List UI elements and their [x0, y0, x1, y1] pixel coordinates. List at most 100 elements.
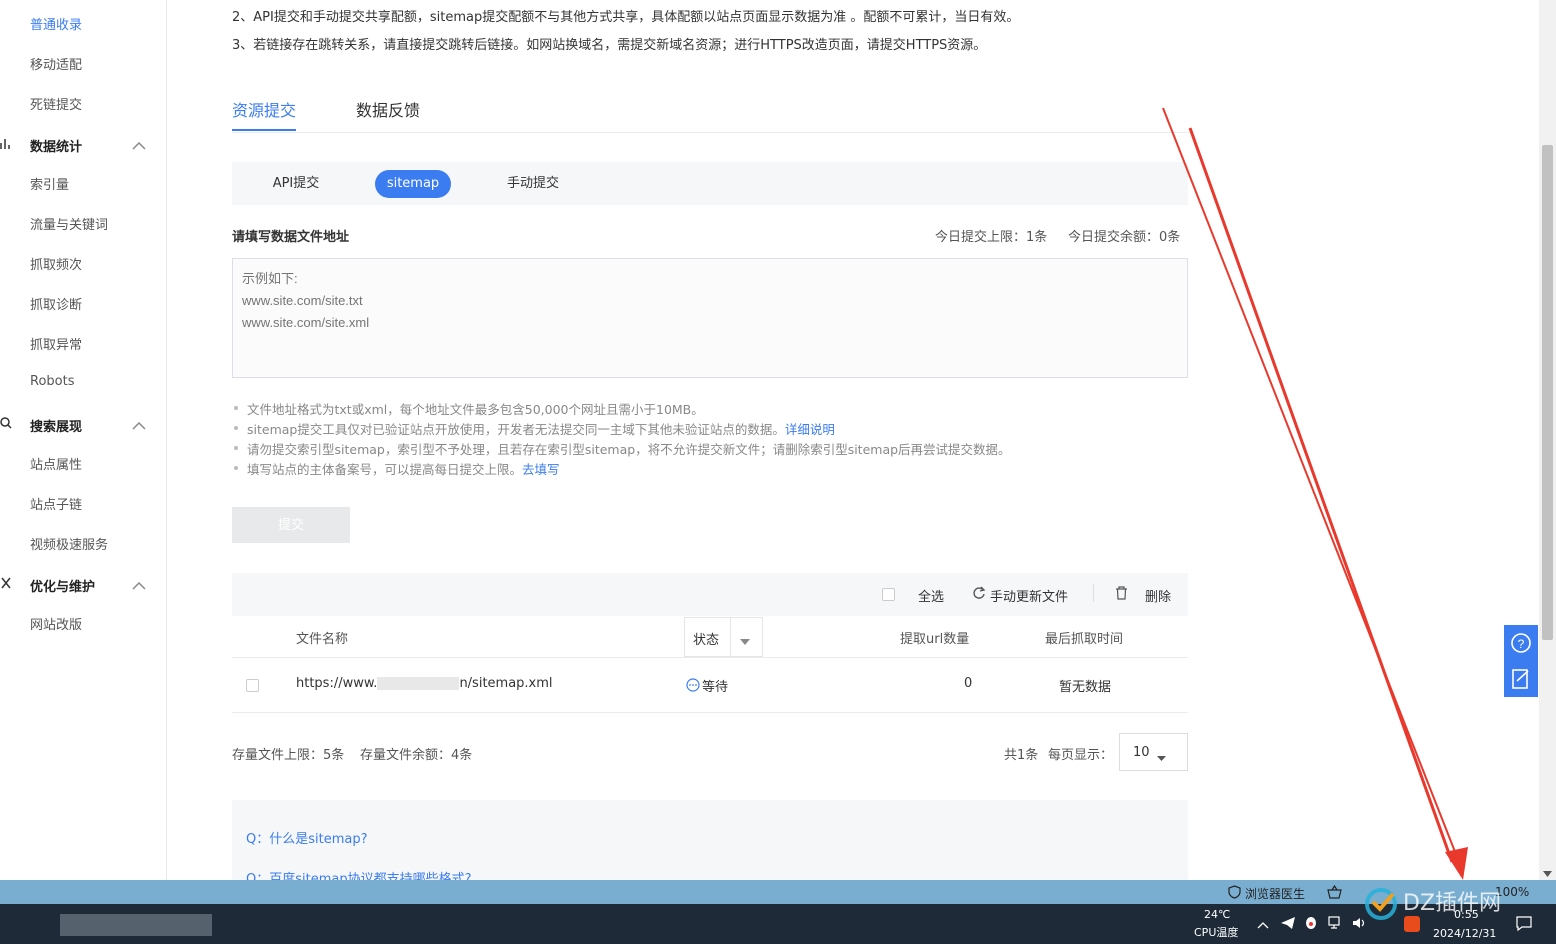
temperature: 24℃ [1204, 908, 1231, 921]
trash-icon[interactable] [1115, 586, 1128, 604]
per-page-select[interactable]: 10 [1119, 733, 1188, 771]
help-button[interactable]: ? [1504, 625, 1538, 661]
sitemap-url-input[interactable] [232, 258, 1188, 378]
dropdown-divider [730, 618, 731, 656]
tab-resource-submit[interactable]: 资源提交 [232, 97, 296, 121]
chart-icon [0, 136, 12, 150]
sidebar-group-optimize[interactable]: 优化与维护 [30, 576, 95, 595]
row-divider [232, 712, 1188, 713]
sidebar-item-site-revision[interactable]: 网站改版 [30, 614, 82, 633]
subtab-sitemap[interactable]: sitemap [375, 170, 451, 198]
sidebar-item-crawl-diagnosis[interactable]: 抓取诊断 [30, 294, 82, 313]
sidebar: 普通收录 移动适配 死链提交 数据统计 索引量 流量与关键词 抓取频次 抓取诊断… [0, 0, 167, 880]
toolbar-divider [1093, 584, 1094, 602]
shield-icon[interactable] [1228, 885, 1241, 903]
faq-what-is-sitemap[interactable]: Q：什么是sitemap? [246, 828, 368, 847]
sidebar-item-robots[interactable]: Robots [30, 374, 74, 389]
fill-in-link[interactable]: 去填写 [522, 462, 560, 477]
header-divider [232, 657, 1188, 658]
dz-watermark-logo: DZ插件网 [1355, 880, 1545, 920]
row-status: 等待 [702, 680, 729, 695]
col-file-name: 文件名称 [296, 632, 349, 647]
bullet [234, 406, 238, 410]
sidebar-item-site-sublinks[interactable]: 站点子链 [30, 494, 82, 513]
taskbar-app-redacted[interactable] [60, 914, 212, 936]
subtab-manual[interactable]: 手动提交 [493, 170, 573, 198]
telegram-icon[interactable] [1280, 916, 1296, 934]
bullet [234, 426, 238, 430]
tab-data-feedback[interactable]: 数据反馈 [356, 97, 420, 121]
notice-redirect: 3、若链接存在跳转关系，请直接提交跳转后链接。如网站换域名，需提交新域名资源；进… [232, 38, 987, 53]
pending-icon [686, 678, 700, 696]
clock-date[interactable]: 2024/12/31 [1433, 927, 1496, 940]
bullet [234, 466, 238, 470]
refresh-button[interactable]: 手动更新文件 [990, 586, 1068, 605]
qq-icon[interactable] [1304, 915, 1318, 935]
submit-button[interactable]: 提交 [232, 507, 350, 543]
browser-status-bar: 浏览器医生 100% [0, 880, 1556, 904]
chevron-up-icon[interactable] [132, 140, 146, 150]
caret-down-icon [1157, 750, 1166, 765]
basket-icon[interactable] [1327, 884, 1342, 903]
select-all-checkbox[interactable] [882, 588, 895, 601]
sidebar-group-search-display[interactable]: 搜索展现 [30, 416, 82, 435]
per-page-label: 每页显示： [1048, 748, 1114, 763]
tools-icon [0, 576, 12, 590]
sidebar-item-video-service[interactable]: 视频极速服务 [30, 534, 108, 553]
browser-doctor[interactable]: 浏览器医生 [1245, 885, 1305, 902]
row-checkbox[interactable] [246, 679, 259, 692]
chevron-up-icon[interactable] [1257, 918, 1269, 933]
col-status: 状态 [693, 633, 720, 648]
cpu-label: CPU温度 [1194, 926, 1239, 939]
per-page-value: 10 [1133, 745, 1150, 760]
delete-button[interactable]: 删除 [1145, 586, 1171, 605]
subtab-api[interactable]: API提交 [256, 170, 336, 198]
tip-index-sitemap: 请勿提交索引型sitemap，索引型不予处理，且若存在索引型sitemap，将不… [247, 442, 1011, 457]
svg-text:?: ? [1518, 637, 1525, 651]
storage-limit: 存量文件上限：5条 [232, 748, 345, 763]
form-label: 请填写数据文件地址 [232, 230, 350, 245]
tab-active-indicator [232, 129, 296, 131]
sidebar-item-traffic-keywords[interactable]: 流量与关键词 [30, 214, 108, 233]
caret-down-icon [740, 634, 750, 649]
notice-quota: 2、API提交和手动提交共享配额，sitemap提交配额不与其他方式共享，具体配… [232, 10, 1020, 25]
chevron-up-icon[interactable] [132, 420, 146, 430]
col-last-crawl: 最后抓取时间 [1045, 632, 1124, 647]
scroll-down-arrow-icon[interactable] [1543, 866, 1552, 881]
tip-verified: sitemap提交工具仅对已验证站点开放使用，开发者无法提交同一主域下其他未验证… [247, 422, 835, 437]
sidebar-item-crawl-frequency[interactable]: 抓取频次 [30, 254, 82, 273]
search-display-icon [0, 416, 12, 430]
feedback-button[interactable] [1504, 661, 1538, 697]
storage-left: 存量文件余额：4条 [360, 748, 473, 763]
svg-text:DZ插件网: DZ插件网 [1403, 891, 1501, 916]
bullet [234, 446, 238, 450]
edit-icon [1512, 669, 1529, 689]
tab-divider [232, 132, 1188, 133]
detail-link[interactable]: 详细说明 [785, 422, 835, 437]
row-file-name[interactable]: https://www. n/sitemap.xml [296, 676, 553, 691]
sidebar-item-index-volume[interactable]: 索引量 [30, 174, 69, 193]
total-count: 共1条 [1004, 748, 1039, 763]
question-icon: ? [1511, 633, 1531, 653]
network-icon[interactable] [1328, 916, 1344, 934]
sidebar-item-normal-index[interactable]: 普通收录 [30, 14, 82, 33]
sidebar-item-site-attributes[interactable]: 站点属性 [30, 454, 82, 473]
windows-taskbar: 24℃ CPU温度 0:55 2024/12/31 [0, 904, 1556, 944]
sidebar-group-data-stats[interactable]: 数据统计 [30, 136, 82, 155]
quota-left: 今日提交余额：0条 [1068, 230, 1181, 245]
select-all-label[interactable]: 全选 [918, 586, 944, 605]
sidebar-item-dead-link[interactable]: 死链提交 [30, 94, 82, 113]
row-url-count: 0 [964, 676, 973, 691]
scrollbar-thumb[interactable] [1542, 145, 1553, 640]
faq-sitemap-formats[interactable]: Q：百度sitemap协议都支持哪些格式? [246, 868, 472, 880]
status-filter-dropdown[interactable]: 状态 [684, 617, 763, 657]
refresh-icon[interactable] [972, 586, 986, 604]
tip-record: 填写站点的主体备案号，可以提高每日提交上限。去填写 [247, 462, 560, 477]
sidebar-item-crawl-errors[interactable]: 抓取异常 [30, 334, 82, 353]
redacted-domain [377, 677, 460, 690]
col-url-count: 提取url数量 [900, 632, 970, 647]
tip-format: 文件地址格式为txt或xml，每个地址文件最多包含50,000个网址且需小于10… [247, 402, 704, 417]
quota-limit: 今日提交上限：1条 [935, 230, 1048, 245]
sidebar-item-mobile-adapt[interactable]: 移动适配 [30, 54, 82, 73]
chevron-up-icon[interactable] [132, 580, 146, 590]
